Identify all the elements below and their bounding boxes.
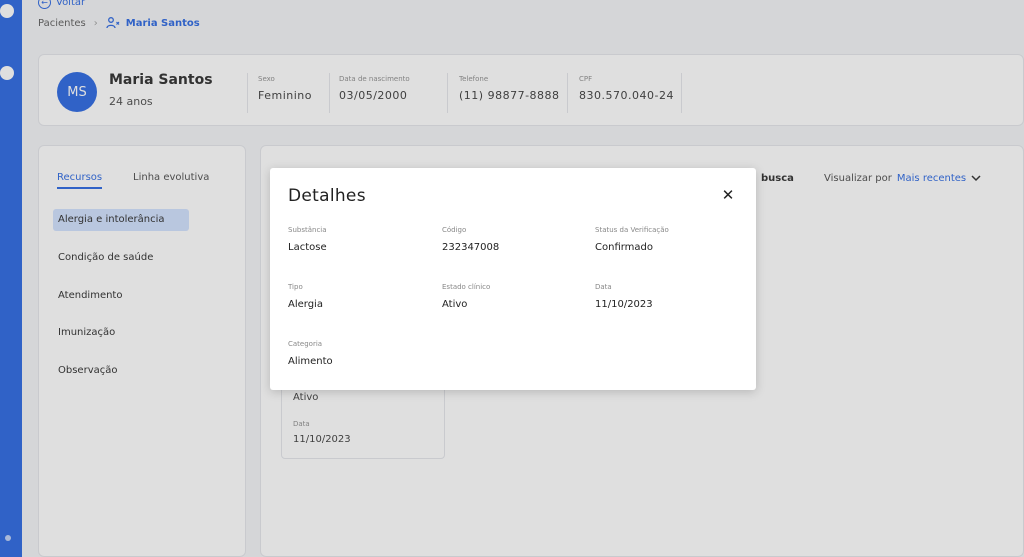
field-value: 232347008 [442,242,500,253]
field-label: Categoria [288,340,323,348]
field-value: Alimento [288,356,333,367]
field-estado-clinico: Estado clínico Ativo [442,283,490,310]
field-status-verificacao: Status da Verificação Confirmado [595,226,669,253]
close-button[interactable]: ✕ [719,186,737,204]
field-tipo: Tipo Alergia [288,283,323,310]
field-codigo: Código 232347008 [442,226,499,253]
field-label: Estado clínico [442,283,491,291]
field-label: Substância [288,226,327,234]
field-substancia: Substância Lactose [288,226,327,253]
field-value: Ativo [442,299,468,310]
field-label: Data [595,283,612,291]
field-label: Código [442,226,467,234]
field-data: Data 11/10/2023 [595,283,653,310]
field-value: 11/10/2023 [595,299,653,310]
field-label: Status da Verificação [595,226,669,234]
modal-title: Detalhes [288,186,366,206]
field-label: Tipo [288,283,303,291]
close-icon: ✕ [721,186,735,204]
field-value: Confirmado [595,242,654,253]
field-categoria: Categoria Alimento [288,340,333,367]
app: ← Voltar Pacientes › Maria Santos MS Mar… [0,0,1024,557]
details-modal: Detalhes ✕ Substância Lactose Código 232… [270,168,756,390]
field-value: Lactose [288,242,327,253]
field-value: Alergia [288,299,323,310]
